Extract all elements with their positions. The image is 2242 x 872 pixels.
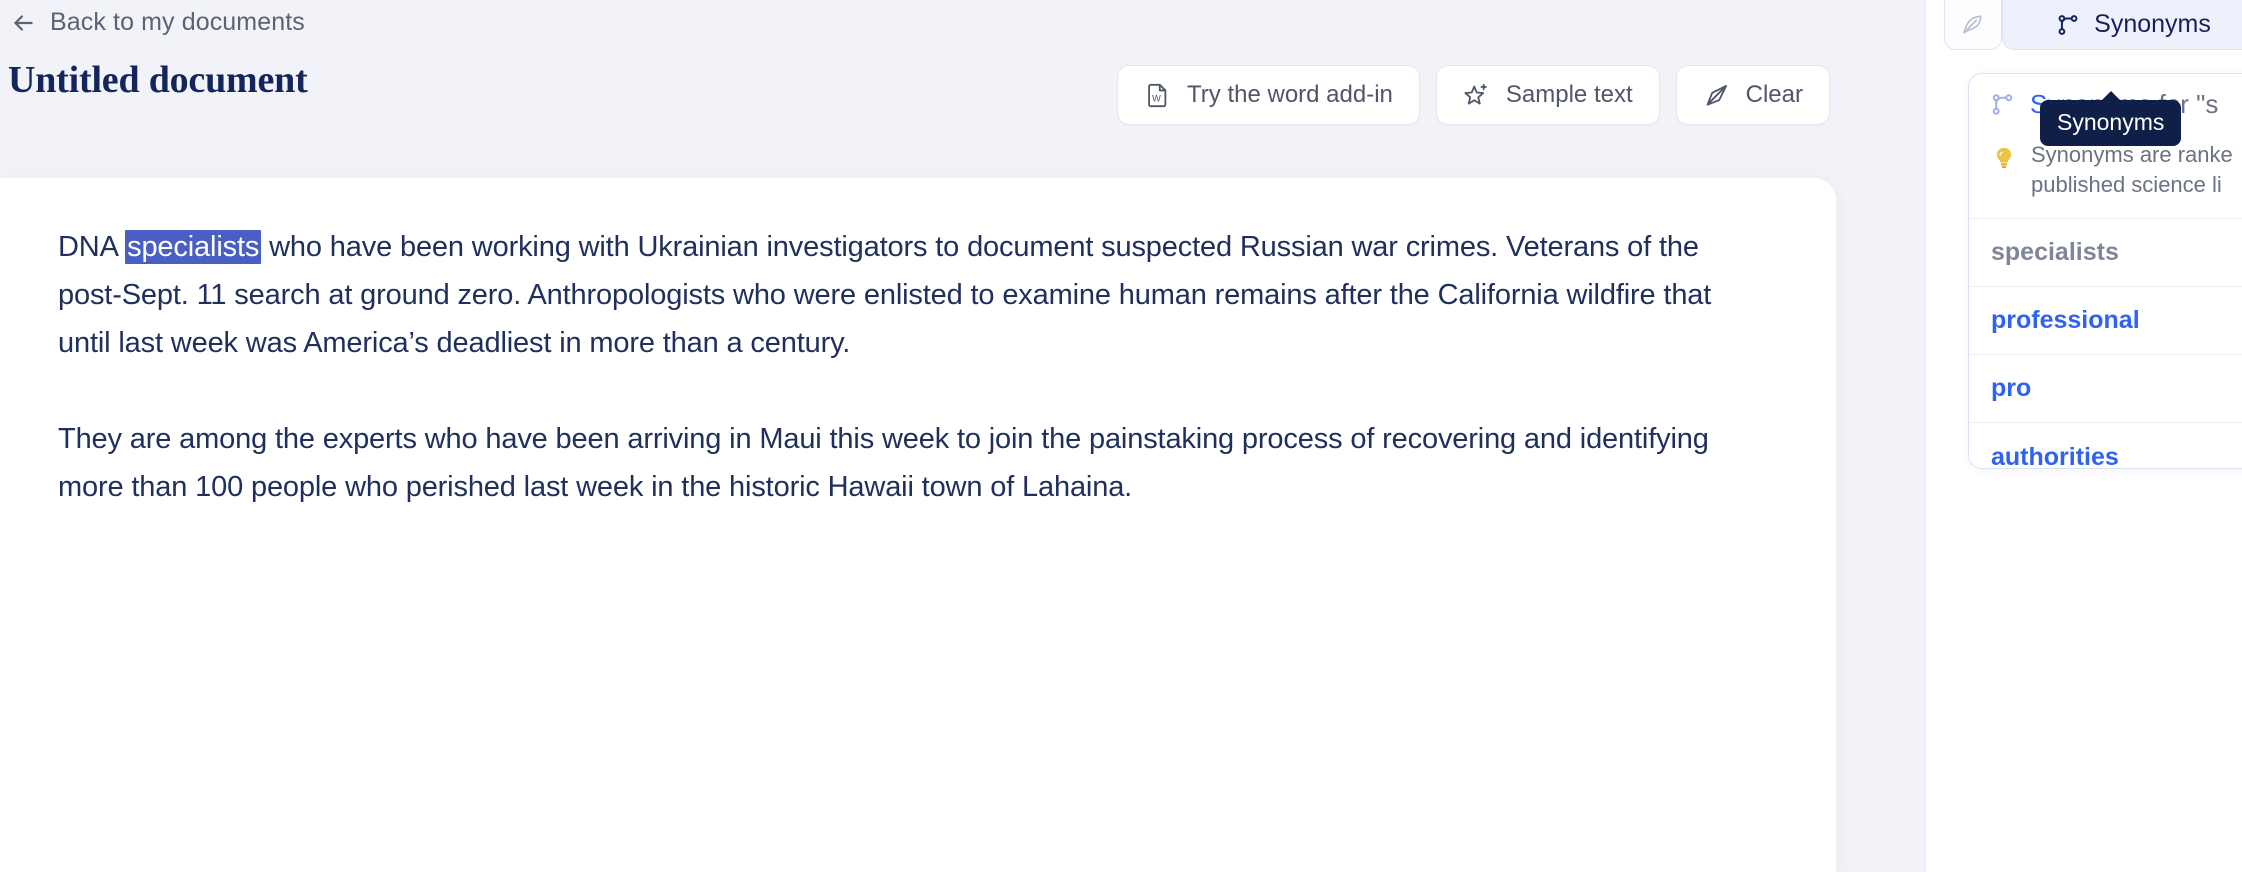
clear-button[interactable]: Clear	[1675, 65, 1830, 125]
try-word-addin-label: Try the word add-in	[1187, 81, 1393, 108]
clear-label: Clear	[1745, 81, 1803, 108]
tab-paraphraser[interactable]	[1944, 0, 2002, 50]
arrow-left-icon	[10, 10, 36, 36]
document-editor[interactable]: DNA specialists who have been working wi…	[58, 223, 1718, 511]
sample-text-button[interactable]: Sample text	[1435, 65, 1660, 125]
eraser-icon	[1703, 82, 1730, 109]
sample-text-label: Sample text	[1505, 81, 1633, 108]
feather-pen-icon	[1960, 12, 1986, 38]
try-word-addin-button[interactable]: W Try the word add-in	[1117, 65, 1420, 125]
synonym-row-current: specialists	[1969, 219, 2242, 287]
branch-synonyms-icon	[1989, 91, 2016, 118]
editor-toolbar: W Try the word add-in Sample text Clear	[1117, 65, 1830, 125]
selected-word-highlight[interactable]: specialists	[125, 230, 262, 264]
synonyms-list: specialists professional pro authorities	[1969, 218, 2242, 469]
synonyms-tip-text: Synonyms are ranke published science li	[2031, 140, 2233, 200]
editor-area: Back to my documents Untitled document W…	[0, 0, 1925, 872]
document-card: DNA specialists who have been working wi…	[0, 178, 1836, 872]
synonyms-tooltip: Synonyms	[2040, 91, 2182, 146]
tab-synonyms[interactable]: Synonyms	[2002, 0, 2242, 50]
sidebar-tabs: Synonyms	[1944, 0, 2242, 50]
top-bar: Back to my documents Untitled document W…	[0, 0, 1925, 178]
back-to-documents-link[interactable]: Back to my documents	[10, 8, 305, 37]
paragraph1-after: who have been working with Ukrainian inv…	[58, 231, 1712, 359]
page-title: Untitled document	[8, 59, 308, 101]
paragraph1-before: DNA	[58, 231, 126, 263]
synonyms-tip-line-2: published science li	[2031, 172, 2222, 197]
synonym-row-professional[interactable]: professional	[1969, 287, 2242, 355]
synonym-row-pro[interactable]: pro	[1969, 355, 2242, 423]
svg-text:W: W	[1152, 93, 1161, 103]
synonym-row-authorities[interactable]: authorities	[1969, 423, 2242, 469]
branch-synonyms-icon	[2055, 12, 2081, 38]
app-root: Back to my documents Untitled document W…	[0, 0, 2242, 872]
lightbulb-icon	[1991, 140, 2017, 172]
document-paragraph-2[interactable]: They are among the experts who have been…	[58, 415, 1718, 511]
word-document-icon: W	[1144, 82, 1171, 109]
sparkle-star-icon	[1463, 82, 1490, 109]
document-paragraph-1[interactable]: DNA specialists who have been working wi…	[58, 223, 1718, 367]
synonyms-tip: Synonyms are ranke published science li	[1969, 134, 2242, 218]
back-to-documents-label: Back to my documents	[50, 8, 305, 36]
tab-synonyms-label: Synonyms	[2094, 10, 2211, 38]
